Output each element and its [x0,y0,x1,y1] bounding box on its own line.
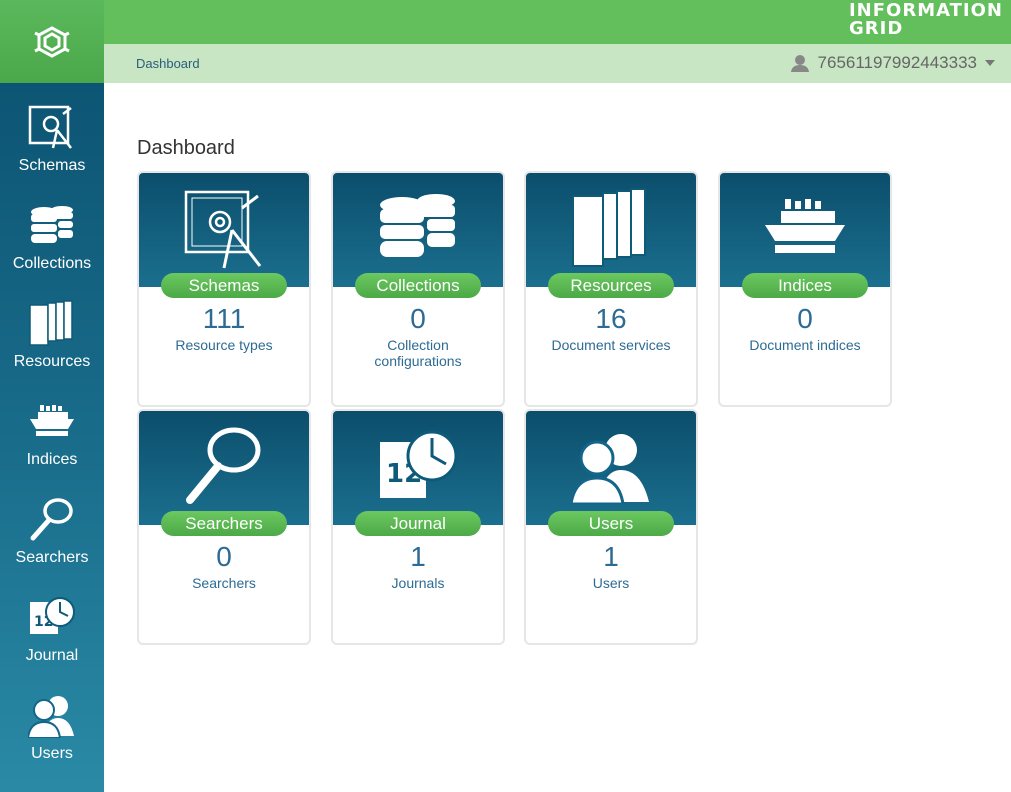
card-header [720,173,890,287]
card-title: Indices [742,273,868,298]
sidebar-item-schemas[interactable]: Schemas [0,83,104,181]
user-icon [790,55,809,72]
sidebar-item-journal[interactable]: 12 Journal [0,573,104,671]
index-tray-icon [22,395,82,447]
card-title: Journal [355,511,481,536]
sidebar-item-label: Schemas [18,157,86,174]
sidebar-item-label: Resources [13,353,91,370]
card-description: Users [592,575,630,591]
sidebar-item-users[interactable]: Users [0,671,104,769]
card-title: Searchers [161,511,287,536]
card-searchers[interactable]: Searchers 0 Searchers [137,409,311,645]
card-description: Searchers [192,575,256,591]
card-indices[interactable]: Indices 0 Document indices [718,171,892,407]
user-menu[interactable]: 76561197992443333 [790,53,995,73]
card-count: 1 [410,541,426,572]
card-title: Collections [355,273,481,298]
card-header [526,173,696,287]
card-title: Resources [548,273,674,298]
sidebar-item-label: Collections [12,255,92,272]
card-title: Schemas [161,273,287,298]
sidebar-item-label: Indices [26,451,78,468]
card-description: Document services [551,337,671,353]
sidebar-item-label: Searchers [15,549,89,566]
sub-bar: Dashboard 76561197992443333 [104,44,1011,83]
calendar-clock-icon: 12 [22,591,82,643]
card-description: Journals [391,575,445,591]
card-count: 16 [595,303,627,334]
card-header [333,173,503,287]
sidebar-item-collections[interactable]: Collections [0,181,104,279]
sidebar-item-label: Users [31,745,73,762]
users-icon [22,689,82,741]
sidebar-item-label: Journal [25,647,79,664]
database-icon [333,181,503,275]
card-header [139,173,309,287]
magnifier-icon [22,493,82,545]
card-title: Users [548,511,674,536]
card-schemas[interactable]: Schemas 111 Resource types [137,171,311,407]
card-resources[interactable]: Resources 16 Document services [524,171,698,407]
card-header [139,411,309,525]
sidebar-item-resources[interactable]: Resources [0,279,104,377]
card-collections[interactable]: Collections 0 Collection configurations [331,171,505,407]
breadcrumb[interactable]: Dashboard [136,56,200,71]
card-count: 0 [216,541,232,572]
card-journal[interactable]: 12 Journal 1 Journals [331,409,505,645]
card-users[interactable]: Users 1 Users [524,409,698,645]
books-icon [22,297,82,349]
card-header [526,411,696,525]
top-bar: INFORMATION GRID [104,0,1011,44]
app-logo[interactable] [0,0,104,83]
books-icon [526,181,696,275]
database-icon [22,199,82,251]
card-description: Resource types [175,337,273,353]
sidebar: Schemas Collections Resources Indices Se… [0,0,104,792]
user-name: 76561197992443333 [817,53,977,72]
schemas-icon [22,101,82,153]
card-count: 0 [410,303,426,334]
logo-icon [34,25,70,58]
card-count: 1 [603,541,619,572]
card-count: 111 [202,303,246,334]
card-description: Document indices [749,337,861,353]
card-description: Collection configurations [374,337,462,369]
calendar-clock-icon: 12 [333,419,503,513]
index-tray-icon [720,181,890,275]
card-header: 12 [333,411,503,525]
schemas-icon [139,181,309,275]
sidebar-item-indices[interactable]: Indices [0,377,104,475]
sidebar-item-searchers[interactable]: Searchers [0,475,104,573]
magnifier-icon [139,419,309,513]
card-count: 0 [797,303,813,334]
caret-down-icon [985,60,995,66]
page-title: Dashboard [137,137,235,159]
brand-logo: INFORMATION GRID [848,0,1003,39]
users-icon [526,419,696,513]
